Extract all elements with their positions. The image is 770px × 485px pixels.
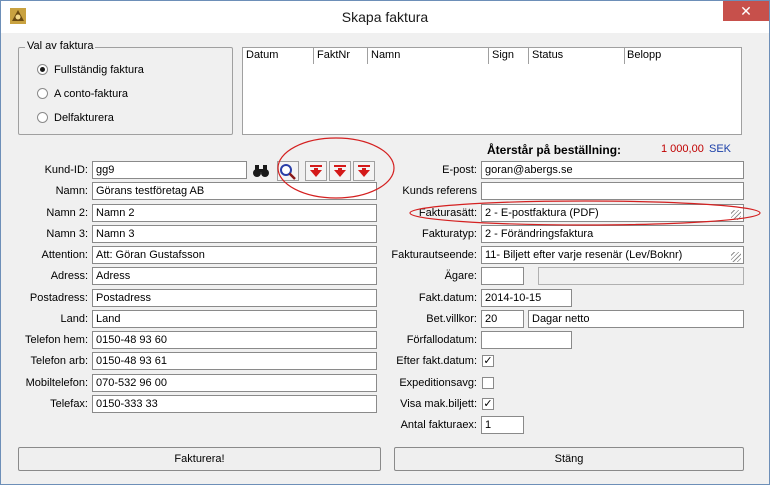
namn-field[interactable]: Görans testföretag AB <box>92 182 377 200</box>
namn-label: Namn: <box>55 185 88 197</box>
forfallodatum-label: Förfallodatum: <box>406 334 477 346</box>
namn2-label: Namn 2: <box>46 207 88 219</box>
search-customer-button[interactable] <box>250 161 274 181</box>
agare-name-field <box>538 267 744 285</box>
antal-fakturaex-label: Antal fakturaex: <box>400 419 477 431</box>
expeditionsavg-label: Expeditionsavg: <box>399 377 477 389</box>
col-filler <box>669 48 741 64</box>
radio-aconto[interactable]: A conto-faktura <box>37 87 128 104</box>
telefon-arb-field[interactable]: 0150-48 93 61 <box>92 352 377 370</box>
fakturautseende-combo[interactable]: 11- Biljett efter varje resenär (Lev/Bok… <box>481 246 744 264</box>
radio-aconto-label: A conto-faktura <box>54 88 128 100</box>
remaining-label: Återstår på beställning: <box>487 143 622 157</box>
radio-fullstandig-label: Fullständig faktura <box>54 64 144 76</box>
adress-field[interactable]: Adress <box>92 267 377 285</box>
col-status[interactable]: Status <box>529 48 625 64</box>
col-faktnr[interactable]: FaktNr <box>314 48 368 64</box>
radio-aconto-circle[interactable] <box>37 87 48 99</box>
fakturatyp-combo[interactable]: 2 - Förändringsfaktura <box>481 225 744 243</box>
postadress-field[interactable]: Postadress <box>92 289 377 307</box>
kunds-referens-field[interactable] <box>481 182 744 200</box>
fakturasatt-value: 2 - E-postfaktura (PDF) <box>485 207 599 219</box>
efter-fakt-datum-checkbox[interactable]: ✓ <box>482 355 494 367</box>
invoice-type-legend: Val av faktura <box>25 40 96 52</box>
agare-field[interactable] <box>481 267 524 285</box>
adress-label: Adress: <box>50 270 88 282</box>
import-button-3[interactable] <box>353 161 375 181</box>
kund-id-field[interactable]: gg9 <box>92 161 247 179</box>
namn3-label: Namn 3: <box>46 228 88 240</box>
telefax-label: Telefax: <box>50 398 88 410</box>
agare-label: Ägare: <box>444 270 477 282</box>
remaining-amount: 1 000,00 <box>661 143 704 155</box>
fakturatyp-value: 2 - Förändringsfaktura <box>485 228 594 240</box>
radio-delfakturera[interactable]: Delfakturera <box>37 111 114 128</box>
col-datum[interactable]: Datum <box>243 48 314 64</box>
postadress-label: Postadress: <box>29 292 88 304</box>
col-sign[interactable]: Sign <box>489 48 529 64</box>
arrow-down-icon <box>310 165 322 177</box>
visa-mak-biljett-label: Visa mak.biljett: <box>400 398 477 410</box>
telefon-hem-label: Telefon hem: <box>25 334 88 346</box>
bet-villkor-days-field[interactable]: 20 <box>481 310 524 328</box>
telefon-hem-field[interactable]: 0150-48 93 60 <box>92 331 377 349</box>
remaining-currency: SEK <box>709 143 732 155</box>
namn2-field[interactable]: Namn 2 <box>92 204 377 222</box>
namn3-field[interactable]: Namn 3 <box>92 225 377 243</box>
stang-button[interactable]: Stäng <box>394 447 744 471</box>
dialog-body: Val av faktura Fullständig faktura A con… <box>9 33 761 478</box>
invoice-type-group: Val av faktura Fullständig faktura A con… <box>18 40 233 135</box>
resize-grip-icon <box>731 210 741 220</box>
kunds-referens-label: Kunds referens <box>402 185 477 197</box>
efter-fakt-datum-label: Efter fakt.datum: <box>396 355 477 367</box>
land-field[interactable]: Land <box>92 310 377 328</box>
title-bar: Skapa faktura ✕ <box>1 1 769 33</box>
invoice-dialog: Skapa faktura ✕ Val av faktura Fullständ… <box>0 0 770 485</box>
forfallodatum-field[interactable] <box>481 331 572 349</box>
bet-villkor-text-field[interactable]: Dagar netto <box>528 310 744 328</box>
resize-grip-icon <box>731 252 741 262</box>
radio-fullstandig[interactable]: Fullständig faktura <box>37 63 144 80</box>
magnifier-icon <box>280 164 296 180</box>
close-window-button[interactable]: ✕ <box>723 1 769 21</box>
telefax-field[interactable]: 0150-333 33 <box>92 395 377 413</box>
fakt-datum-label: Fakt.datum: <box>418 292 477 304</box>
fakturasatt-label: Fakturasätt: <box>418 207 477 219</box>
arrow-down-icon <box>358 165 370 177</box>
expeditionsavg-checkbox[interactable] <box>482 377 494 389</box>
email-label: E-post: <box>442 164 477 176</box>
binoculars-icon <box>253 165 269 177</box>
land-label: Land: <box>60 313 88 325</box>
mobiltelefon-field[interactable]: 070-532 96 00 <box>92 374 377 392</box>
radio-fullstandig-circle[interactable] <box>37 63 48 75</box>
fakt-datum-field[interactable]: 2014-10-15 <box>481 289 572 307</box>
email-field[interactable]: goran@abergs.se <box>481 161 744 179</box>
col-belopp-label: Belopp <box>625 48 669 64</box>
arrow-down-icon <box>334 165 346 177</box>
window-title: Skapa faktura <box>341 9 429 25</box>
fakturera-button[interactable]: Fakturera! <box>18 447 381 471</box>
col-namn[interactable]: Namn <box>368 48 489 64</box>
telefon-arb-label: Telefon arb: <box>30 355 88 367</box>
invoice-list-grid[interactable]: Datum FaktNr Namn Sign Status Belopp <box>242 47 742 135</box>
zoom-button[interactable] <box>277 161 299 181</box>
mobiltelefon-label: Mobiltelefon: <box>25 377 88 389</box>
kund-id-label: Kund-ID: <box>44 164 88 176</box>
antal-fakturaex-field[interactable]: 1 <box>481 416 524 434</box>
fakturautseende-value: 11- Biljett efter varje resenär (Lev/Bok… <box>485 249 683 261</box>
fakturasatt-combo[interactable]: 2 - E-postfaktura (PDF) <box>481 204 744 222</box>
radio-delfakturera-circle[interactable] <box>37 111 48 123</box>
import-button-2[interactable] <box>329 161 351 181</box>
radio-delfakturera-label: Delfakturera <box>54 112 114 124</box>
grid-header: Datum FaktNr Namn Sign Status Belopp <box>243 48 741 64</box>
import-button-1[interactable] <box>305 161 327 181</box>
visa-mak-biljett-checkbox[interactable]: ✓ <box>482 398 494 410</box>
fakturatyp-label: Fakturatyp: <box>421 228 477 240</box>
fakturautseende-label: Fakturautseende: <box>391 249 477 261</box>
attention-field[interactable]: Att: Göran Gustafsson <box>92 246 377 264</box>
attention-label: Attention: <box>41 249 88 261</box>
bet-villkor-label: Bet.villkor: <box>426 313 477 325</box>
